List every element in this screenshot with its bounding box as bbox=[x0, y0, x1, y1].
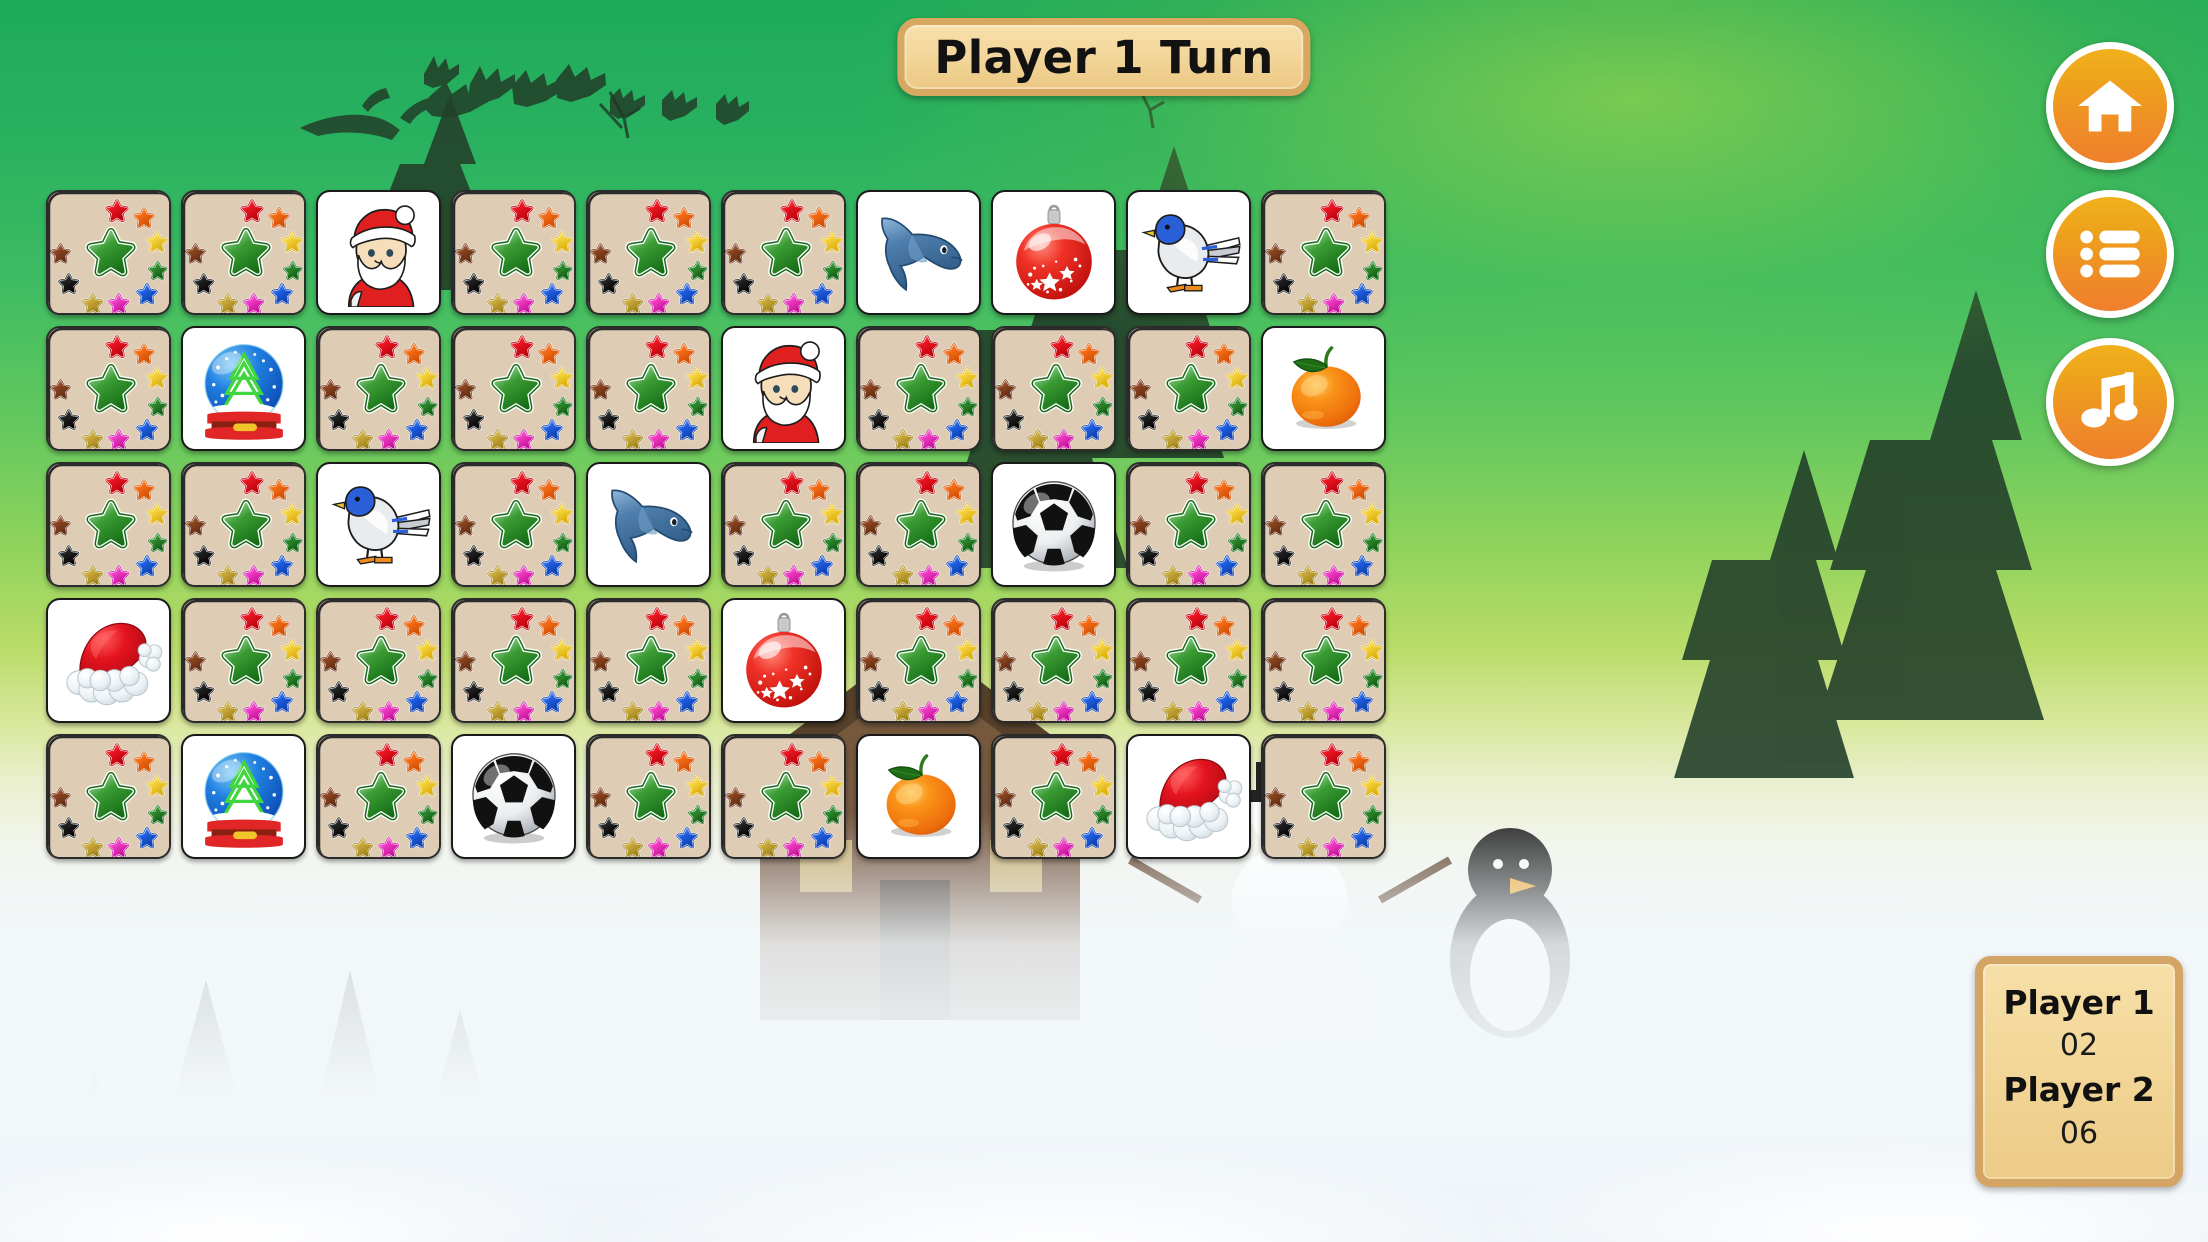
player1-score: 02 bbox=[2059, 1027, 2099, 1063]
card-grid bbox=[46, 190, 1386, 859]
card-back[interactable] bbox=[181, 598, 306, 723]
turn-banner: Player 1 Turn bbox=[897, 18, 1311, 96]
card-back[interactable] bbox=[721, 734, 846, 859]
list-icon bbox=[2076, 220, 2144, 288]
card-back[interactable] bbox=[46, 734, 171, 859]
music-button[interactable] bbox=[2046, 338, 2174, 466]
home-button[interactable] bbox=[2046, 42, 2174, 170]
soccer-ball-icon bbox=[460, 743, 568, 851]
card-back[interactable] bbox=[991, 734, 1116, 859]
card-face-ornament[interactable] bbox=[991, 190, 1116, 315]
card-back[interactable] bbox=[721, 190, 846, 315]
card-back[interactable] bbox=[1261, 598, 1386, 723]
card-back[interactable] bbox=[1126, 326, 1251, 451]
card-back[interactable] bbox=[721, 462, 846, 587]
card-back[interactable] bbox=[46, 326, 171, 451]
card-back[interactable] bbox=[856, 598, 981, 723]
card-back[interactable] bbox=[991, 326, 1116, 451]
santa-claus-icon bbox=[730, 335, 838, 443]
card-back[interactable] bbox=[316, 326, 441, 451]
card-face-snowglobe[interactable] bbox=[181, 734, 306, 859]
player2-name: Player 2 bbox=[2003, 1070, 2155, 1110]
pigeon-bird-icon bbox=[325, 471, 433, 579]
card-back[interactable] bbox=[451, 326, 576, 451]
soccer-ball-icon bbox=[1000, 471, 1108, 579]
music-note-icon bbox=[2076, 368, 2144, 436]
christmas-ornament-icon bbox=[730, 607, 838, 715]
card-back[interactable] bbox=[46, 190, 171, 315]
christmas-ornament-icon bbox=[1000, 199, 1108, 307]
card-face-soccerball[interactable] bbox=[451, 734, 576, 859]
score-panel: Player 1 02 Player 2 06 bbox=[1975, 955, 2183, 1187]
dolphin-icon bbox=[865, 199, 973, 307]
card-face-santa[interactable] bbox=[721, 326, 846, 451]
card-back[interactable] bbox=[856, 462, 981, 587]
player1-name: Player 1 bbox=[2003, 982, 2155, 1022]
game-screen: Player 1 Turn Player 1 02 Player 2 06 bbox=[0, 0, 2208, 1242]
snow-ground bbox=[0, 812, 2208, 1242]
card-face-santahat[interactable] bbox=[46, 598, 171, 723]
card-face-bird[interactable] bbox=[316, 462, 441, 587]
card-face-bird[interactable] bbox=[1126, 190, 1251, 315]
card-back[interactable] bbox=[46, 462, 171, 587]
card-back[interactable] bbox=[181, 462, 306, 587]
card-back[interactable] bbox=[586, 734, 711, 859]
card-face-dolphin[interactable] bbox=[856, 190, 981, 315]
player2-score: 06 bbox=[2059, 1115, 2099, 1151]
card-back[interactable] bbox=[451, 190, 576, 315]
card-back[interactable] bbox=[1261, 190, 1386, 315]
card-back[interactable] bbox=[991, 598, 1116, 723]
card-face-snowglobe[interactable] bbox=[181, 326, 306, 451]
card-back[interactable] bbox=[316, 598, 441, 723]
turn-label: Player 1 Turn bbox=[934, 30, 1274, 84]
snow-globe-icon bbox=[190, 335, 298, 443]
card-back[interactable] bbox=[451, 462, 576, 587]
pigeon-bird-icon bbox=[1135, 199, 1243, 307]
side-button-group bbox=[2046, 42, 2174, 466]
card-face-dolphin[interactable] bbox=[586, 462, 711, 587]
card-back[interactable] bbox=[586, 190, 711, 315]
card-face-orange[interactable] bbox=[1261, 326, 1386, 451]
santa-hat-icon bbox=[55, 607, 163, 715]
card-face-santahat[interactable] bbox=[1126, 734, 1251, 859]
orange-fruit-icon bbox=[1270, 335, 1378, 443]
card-face-soccerball[interactable] bbox=[991, 462, 1116, 587]
home-icon bbox=[2076, 72, 2144, 140]
card-back[interactable] bbox=[586, 598, 711, 723]
card-back[interactable] bbox=[586, 326, 711, 451]
card-back[interactable] bbox=[316, 734, 441, 859]
card-back[interactable] bbox=[451, 598, 576, 723]
snow-globe-icon bbox=[190, 743, 298, 851]
card-back[interactable] bbox=[1126, 462, 1251, 587]
santa-claus-icon bbox=[325, 199, 433, 307]
card-back[interactable] bbox=[1261, 462, 1386, 587]
card-back[interactable] bbox=[856, 326, 981, 451]
card-back[interactable] bbox=[181, 190, 306, 315]
card-back[interactable] bbox=[1126, 598, 1251, 723]
card-face-ornament[interactable] bbox=[721, 598, 846, 723]
orange-fruit-icon bbox=[865, 743, 973, 851]
dolphin-icon bbox=[595, 471, 703, 579]
card-face-santa[interactable] bbox=[316, 190, 441, 315]
card-back[interactable] bbox=[1261, 734, 1386, 859]
menu-button[interactable] bbox=[2046, 190, 2174, 318]
santa-hat-icon bbox=[1135, 743, 1243, 851]
card-face-orange[interactable] bbox=[856, 734, 981, 859]
